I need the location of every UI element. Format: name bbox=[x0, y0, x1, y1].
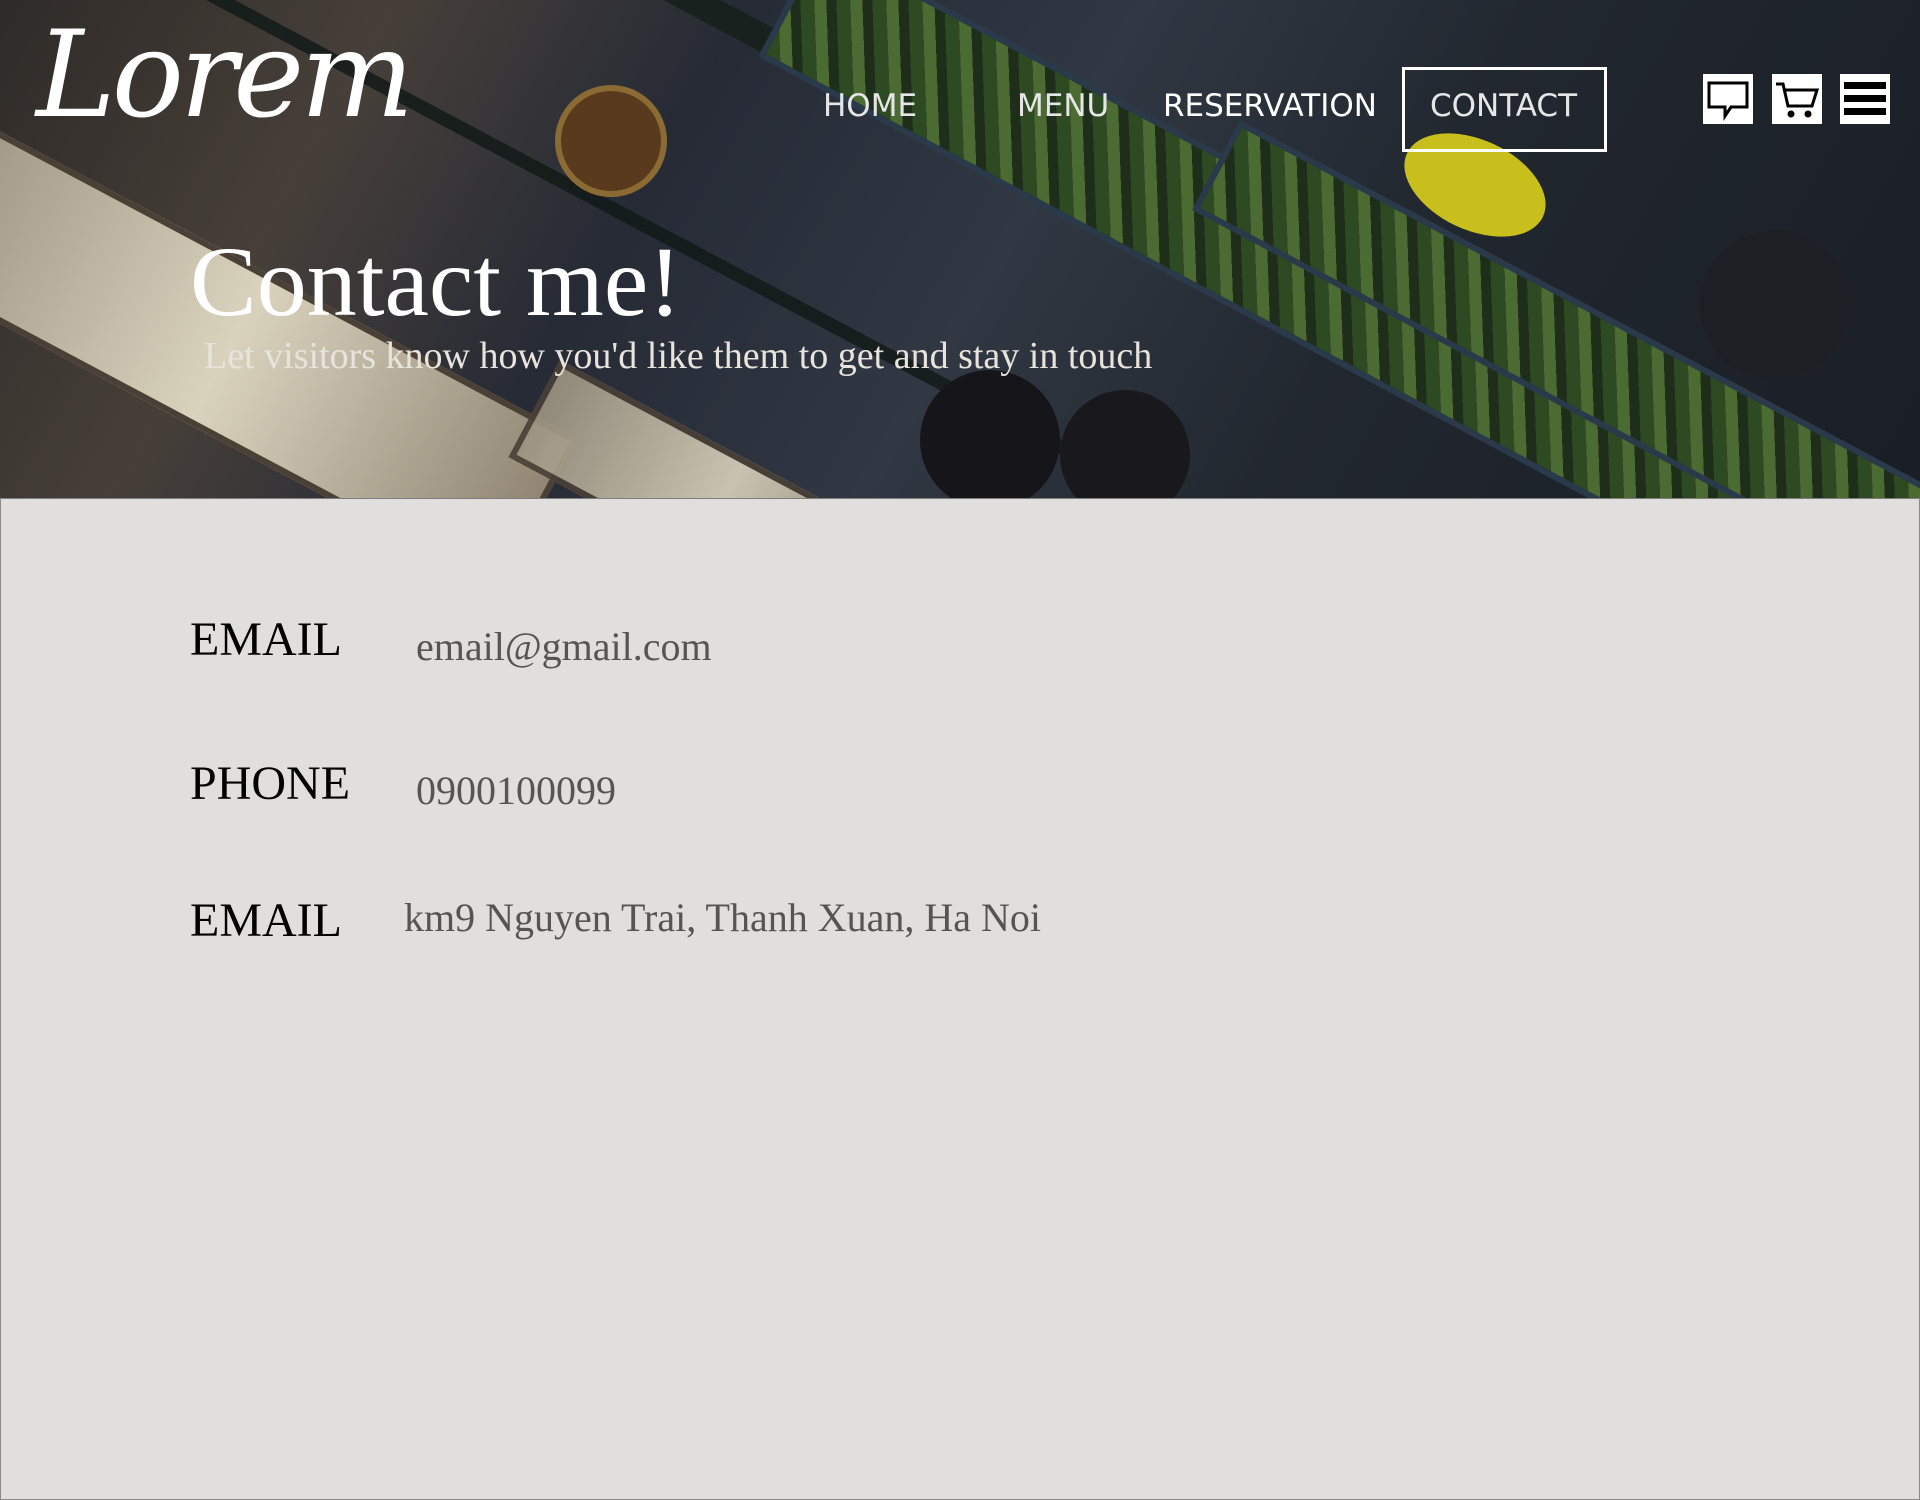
hero-banner: Lorem HOME MENU RESERVATION CONTACT Cont… bbox=[0, 0, 1920, 498]
contact-label-address: EMAIL bbox=[190, 894, 342, 947]
contact-value-phone[interactable]: 0900100099 bbox=[416, 766, 616, 816]
nav-contact[interactable]: CONTACT bbox=[1430, 88, 1577, 124]
section-divider bbox=[0, 498, 1920, 499]
hero-photo-pot bbox=[555, 85, 667, 197]
nav-menu[interactable]: MENU bbox=[1017, 88, 1109, 124]
nav-home[interactable]: HOME bbox=[823, 88, 917, 124]
page-title: Contact me! bbox=[190, 226, 682, 337]
contact-label-phone: PHONE bbox=[190, 757, 351, 810]
hero-photo-person bbox=[1700, 230, 1850, 380]
cart-icon[interactable] bbox=[1772, 74, 1822, 124]
chat-icon[interactable] bbox=[1703, 74, 1753, 124]
brand-logo[interactable]: Lorem bbox=[36, 16, 414, 136]
hero-photo-person bbox=[1060, 390, 1190, 498]
content-border-left bbox=[0, 498, 1, 1500]
contact-value-email[interactable]: email@gmail.com bbox=[416, 622, 712, 672]
contact-value-address: km9 Nguyen Trai, Thanh Xuan, Ha Noi bbox=[404, 895, 1041, 940]
hamburger-menu-icon[interactable] bbox=[1840, 74, 1890, 124]
contact-label-email: EMAIL bbox=[190, 613, 342, 666]
nav-reservation[interactable]: RESERVATION bbox=[1163, 88, 1377, 124]
hero-photo-person bbox=[920, 370, 1060, 498]
hero-photo-shelf bbox=[508, 360, 931, 498]
page-subtitle: Let visitors know how you'd like them to… bbox=[204, 335, 1153, 377]
